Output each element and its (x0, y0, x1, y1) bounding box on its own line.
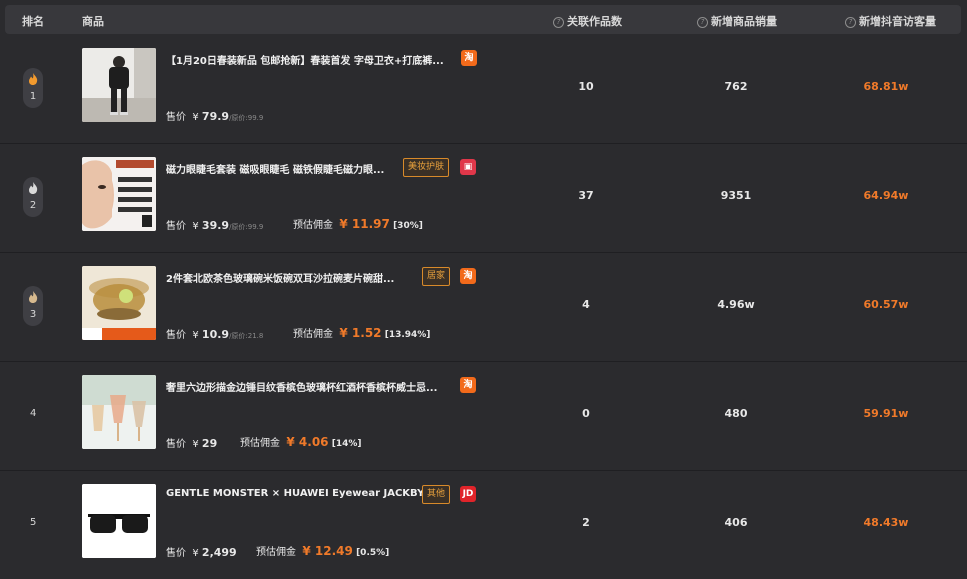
product-image[interactable] (82, 48, 156, 122)
product-image[interactable] (82, 375, 156, 449)
price: 10.9 (201, 328, 230, 341)
new-visits-count: 68.81w (863, 80, 909, 93)
help-icon[interactable]: ? (697, 17, 708, 28)
commission-line: 预估佣金 ¥ 1.52 [13.94%] (293, 326, 431, 340)
rank-badge: 1 (23, 68, 43, 108)
product-title[interactable]: 磁力眼睫毛套装 磁吸眼睫毛 磁铁假睫毛磁力眼... (166, 161, 384, 176)
header-rank: 排名 (22, 15, 44, 28)
product-image[interactable] (82, 266, 156, 340)
help-icon[interactable]: ? (845, 17, 856, 28)
flame-icon (29, 73, 38, 85)
commission-line: 预估佣金 ¥ 4.06 [14%] (240, 435, 362, 449)
price-line: 售价 ¥ 2,499 (166, 546, 237, 559)
related-works-count: 0 (582, 407, 590, 420)
ranking-table: 排名 商品 ? 关联作品数 ? 新增商品销量 ? 新增抖音访客量 1 【1月20… (0, 0, 967, 575)
commission-line: 预估佣金 ¥ 11.97 [30%] (293, 217, 423, 231)
product-title[interactable]: 奢里六边形描金边锤目纹香槟色玻璃杯红酒杯香槟杯威士忌... (166, 379, 437, 394)
taobao-icon[interactable]: 淘 (461, 50, 477, 66)
jd-icon[interactable]: JD (460, 486, 476, 502)
related-works-count: 2 (582, 516, 590, 529)
table-row[interactable]: 2 磁力眼睫毛套装 磁吸眼睫毛 磁铁假睫毛磁力眼... 美妆护肤 ▣ 售价 ¥ … (0, 143, 967, 253)
commission-percent: [13.94%] (384, 330, 431, 340)
taobao-icon[interactable]: 淘 (460, 268, 476, 284)
new-sales-count: 762 (724, 80, 748, 93)
new-visits-count: 59.91w (863, 407, 909, 420)
product-title[interactable]: 2件套北欧茶色玻璃碗米饭碗双耳沙拉碗麦片碗甜... (166, 270, 394, 285)
commission-amount: 12.49 (314, 544, 353, 558)
header-new-sales[interactable]: ? 新增商品销量 (697, 13, 777, 29)
category-tag: 其他 (422, 485, 451, 504)
category-tag: 居家 (422, 267, 451, 286)
rank-number: 3 (29, 309, 37, 320)
commission-percent: [30%] (393, 221, 423, 231)
related-works-count: 4 (582, 298, 590, 311)
commission-amount: 4.06 (298, 435, 329, 449)
commission-line: 预估佣金 ¥ 12.49 [0.5%] (256, 544, 390, 558)
price: 2,499 (201, 546, 237, 559)
new-visits-count: 60.57w (863, 298, 909, 311)
table-row[interactable]: 4 奢里六边形描金边锤目纹香槟色玻璃杯红酒杯香槟杯威士忌... 淘 售价 ¥ 2… (0, 361, 967, 471)
drop-icon (29, 291, 38, 303)
price: 29 (201, 437, 218, 450)
new-visits-count: 48.43w (863, 516, 909, 529)
product-image[interactable] (82, 484, 156, 558)
drop-icon (29, 182, 38, 194)
table-row[interactable]: 3 2件套北欧茶色玻璃碗米饭碗双耳沙拉碗麦片碗甜... 居家 淘 售价 ¥ 10… (0, 252, 967, 362)
price-line: 售价 ¥ 39.9/原价:99.9 (166, 219, 264, 232)
header-product: 商品 (82, 15, 104, 28)
table-row[interactable]: 5 GENTLE MONSTER × HUAWEI Eyewear JACKBY… (0, 470, 967, 579)
price: 39.9 (201, 219, 230, 232)
new-visits-count: 64.94w (863, 189, 909, 202)
original-price: /原价:99.9 (229, 223, 264, 231)
new-sales-count: 480 (724, 407, 748, 420)
header-new-visits[interactable]: ? 新增抖音访客量 (845, 13, 936, 29)
rank-number: 5 (30, 517, 37, 528)
table-header: 排名 商品 ? 关联作品数 ? 新增商品销量 ? 新增抖音访客量 (5, 5, 961, 34)
rank-badge: 3 (23, 286, 43, 326)
header-related-works[interactable]: ? 关联作品数 (553, 13, 622, 29)
help-icon[interactable]: ? (553, 17, 564, 28)
rank-number: 2 (29, 200, 37, 211)
table-row[interactable]: 1 【1月20日春装新品 包邮抢新】春装首发 字母卫衣+打底裤... 淘 售价 … (0, 34, 967, 144)
related-works-count: 10 (578, 80, 594, 93)
rank-badge: 2 (23, 177, 43, 217)
category-tag: 美妆护肤 (403, 158, 450, 177)
tmall-icon[interactable]: ▣ (460, 159, 476, 175)
product-image[interactable] (82, 157, 156, 231)
rank-number: 1 (29, 91, 37, 102)
price-line: 售价 ¥ 79.9/原价:99.9 (166, 110, 264, 123)
new-sales-count: 406 (724, 516, 748, 529)
price-line: 售价 ¥ 10.9/原价:21.8 (166, 328, 264, 341)
commission-percent: [14%] (331, 439, 362, 449)
related-works-count: 37 (578, 189, 594, 202)
price: 79.9 (201, 110, 230, 123)
commission-amount: 11.97 (351, 217, 390, 231)
commission-percent: [0.5%] (356, 548, 390, 558)
taobao-icon[interactable]: 淘 (460, 377, 476, 393)
product-title[interactable]: 【1月20日春装新品 包邮抢新】春装首发 字母卫衣+打底裤... (166, 52, 444, 67)
product-title[interactable]: GENTLE MONSTER × HUAWEI Eyewear JACKBYE.… (166, 488, 443, 499)
rank-number: 4 (30, 408, 37, 419)
new-sales-count: 9351 (720, 189, 752, 202)
commission-amount: 1.52 (351, 326, 382, 340)
original-price: /原价:21.8 (229, 332, 264, 340)
price-line: 售价 ¥ 29 (166, 437, 218, 450)
new-sales-count: 4.96w (717, 298, 755, 311)
original-price: /原价:99.9 (229, 114, 264, 122)
